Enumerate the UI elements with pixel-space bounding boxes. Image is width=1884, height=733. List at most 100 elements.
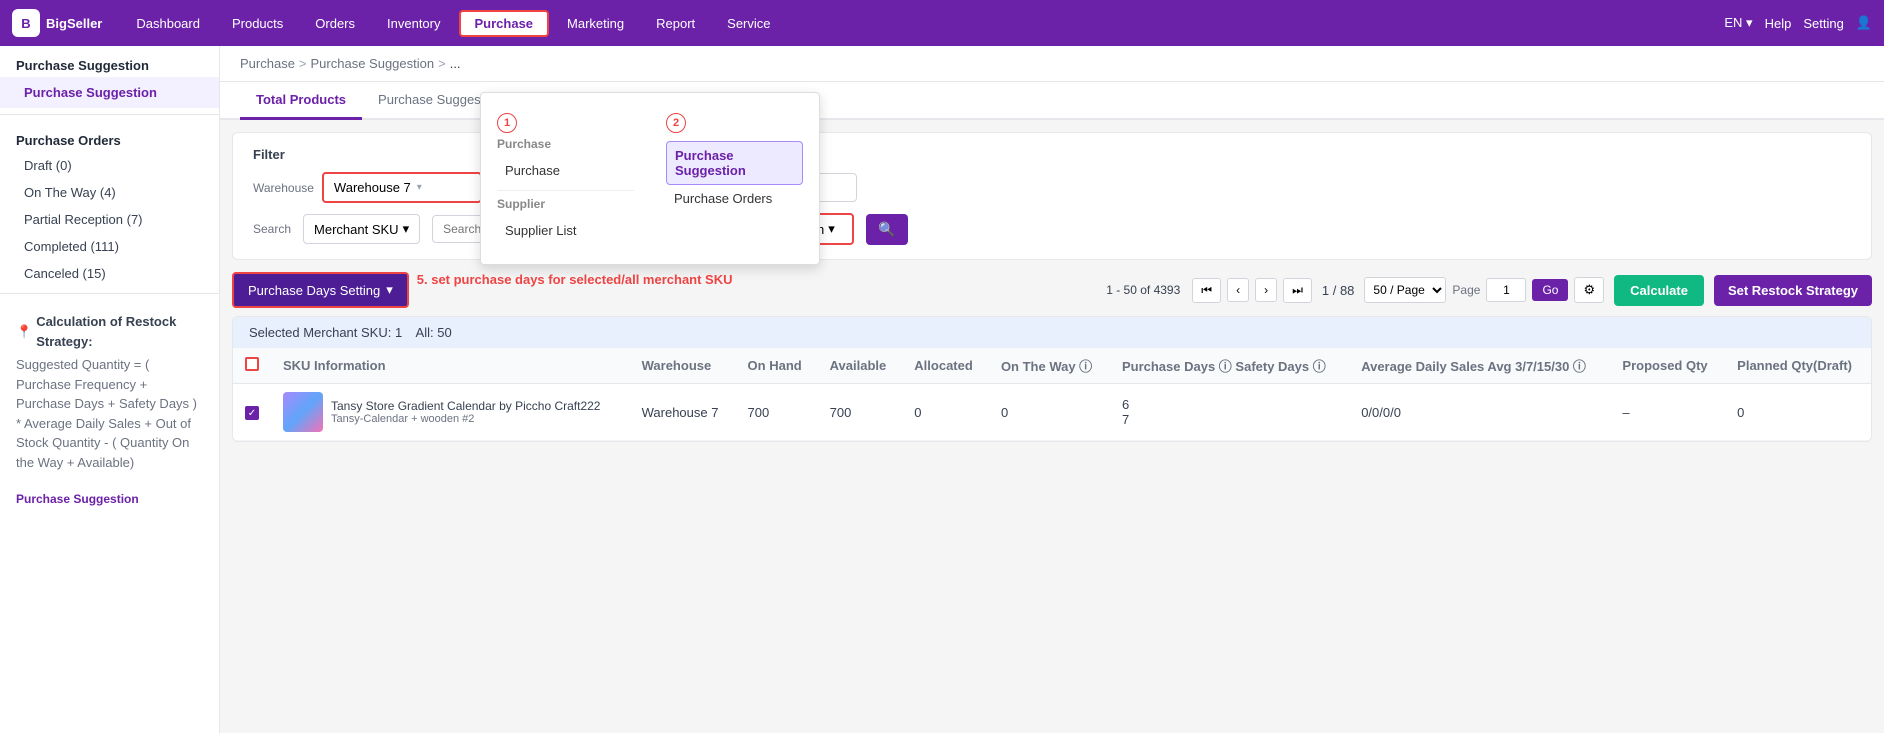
product-details: Tansy Store Gradient Calendar by Piccho …: [331, 399, 600, 425]
filter-section: Filter Warehouse Warehouse 7 ▾ 3. select…: [232, 132, 1872, 260]
page-of: 1 / 88: [1322, 283, 1355, 298]
dropdown-col-right: 2 Purchase Suggestion Purchase Orders: [650, 105, 819, 252]
tabs-row: Total Products Purchase Suggestion: [220, 82, 1884, 120]
th-on-hand: On Hand: [736, 348, 818, 384]
nav-inventory[interactable]: Inventory: [373, 12, 454, 35]
user-avatar[interactable]: 👤: [1856, 15, 1872, 31]
action-left: Purchase Days Setting ▾ 5. set purchase …: [232, 272, 733, 308]
sidebar-item-partial-reception[interactable]: Partial Reception (7): [0, 206, 219, 233]
th-on-the-way: On The Way ⓘ: [989, 348, 1110, 384]
restock-btn[interactable]: Set Restock Strategy: [1714, 275, 1872, 306]
dropdown-purchase-suggestion[interactable]: Purchase Suggestion: [666, 141, 803, 185]
go-button[interactable]: Go: [1532, 279, 1568, 301]
row-checkbox[interactable]: ✓: [245, 406, 259, 420]
dropdown-purchase-item[interactable]: Purchase: [497, 157, 634, 184]
dropdown-section: 1 Purchase Purchase Supplier Supplier Li…: [481, 105, 819, 252]
row-purchase-days: 6 7: [1110, 384, 1349, 441]
search-button[interactable]: 🔍: [866, 214, 907, 245]
breadcrumb-sep-1: >: [299, 56, 307, 71]
nav-products[interactable]: Products: [218, 12, 297, 35]
table-settings-btn[interactable]: ⚙: [1574, 277, 1604, 303]
nav-dashboard[interactable]: Dashboard: [122, 12, 214, 35]
action-right: 1 - 50 of 4393 ⏮ ‹ › ⏭ 1 / 88 50 / Page …: [1106, 275, 1872, 306]
nav-report[interactable]: Report: [642, 12, 709, 35]
top-nav: B BigSeller Dashboard Products Orders In…: [0, 0, 1884, 46]
nav-purchase[interactable]: Purchase: [459, 10, 550, 37]
dropdown-col-supplier-label: Supplier: [497, 197, 634, 211]
warehouse-chevron-icon: ▾: [417, 182, 422, 193]
search-icon: 🔍: [878, 221, 895, 238]
product-thumbnail: [283, 392, 323, 432]
row-available: 700: [818, 384, 903, 441]
sidebar-item-canceled[interactable]: Canceled (15): [0, 260, 219, 287]
row-checkbox-cell: ✓: [233, 384, 271, 441]
th-avg-daily-sales: Average Daily Sales Avg 3/7/15/30 ⓘ: [1349, 348, 1610, 384]
table-header-row: SKU Information Warehouse On Hand Availa…: [233, 348, 1871, 384]
table-row: ✓ Tansy Store Gradient Calendar by Picch…: [233, 384, 1871, 441]
header-checkbox[interactable]: [245, 357, 259, 371]
th-proposed-qty: Proposed Qty: [1610, 348, 1725, 384]
purchase-days-btn[interactable]: Purchase Days Setting ▾: [232, 272, 409, 308]
purchase-days-label: Purchase Days Setting: [248, 283, 380, 298]
breadcrumb-current: ...: [450, 56, 461, 71]
pagination-info: 1 - 50 of 4393: [1106, 283, 1180, 297]
page-last-btn[interactable]: ⏭: [1283, 278, 1312, 303]
sidebar-item-completed[interactable]: Completed (111): [0, 233, 219, 260]
sidebar: Purchase Suggestion Purchase Suggestion …: [0, 46, 220, 733]
precise-search-chevron-icon: ▾: [828, 221, 835, 237]
page-prev-btn[interactable]: ‹: [1227, 278, 1249, 302]
app-body: Purchase Suggestion Purchase Suggestion …: [0, 46, 1884, 733]
search-type-select[interactable]: Merchant SKU ▾: [303, 214, 420, 244]
dropdown-purchase-orders[interactable]: Purchase Orders: [666, 185, 803, 212]
products-table: SKU Information Warehouse On Hand Availa…: [233, 348, 1871, 441]
search-type-value: Merchant SKU: [314, 222, 399, 237]
sidebar-item-draft[interactable]: Draft (0): [0, 152, 219, 179]
sidebar-item-on-the-way[interactable]: On The Way (4): [0, 179, 219, 206]
tab-total-products[interactable]: Total Products: [240, 82, 362, 120]
setting-link[interactable]: Setting: [1803, 16, 1843, 31]
page-label: Page: [1452, 283, 1480, 297]
row-planned-qty: 0: [1725, 384, 1871, 441]
row-warehouse: Warehouse 7: [630, 384, 736, 441]
search-type-chevron-icon: ▾: [403, 221, 410, 237]
page-first-btn[interactable]: ⏮: [1192, 278, 1221, 303]
table-subheader: Selected Merchant SKU: 1 All: 50: [233, 317, 1871, 348]
sidebar-calc-body: Suggested Quantity = ( Purchase Frequenc…: [16, 355, 203, 472]
sidebar-purchase-suggestion-title: Purchase Suggestion: [0, 46, 219, 77]
sidebar-calc-title: 📍 Calculation of Restock Strategy:: [16, 312, 203, 351]
logo-icon: B: [12, 9, 40, 37]
row-sku-info: Tansy Store Gradient Calendar by Piccho …: [271, 384, 630, 441]
breadcrumb: Purchase > Purchase Suggestion > ...: [220, 46, 1884, 82]
product-sku: Tansy-Calendar + wooden #2: [331, 413, 600, 425]
pin-icon: 📍: [16, 322, 32, 342]
page-input[interactable]: [1486, 278, 1526, 302]
sidebar-item-purchase-suggestion[interactable]: Purchase Suggestion: [0, 77, 219, 108]
lang-selector[interactable]: EN ▾: [1724, 15, 1752, 31]
dropdown-col-purchase-label: Purchase: [497, 137, 634, 151]
per-page-select[interactable]: 50 / Page: [1364, 277, 1446, 303]
product-info: Tansy Store Gradient Calendar by Piccho …: [283, 392, 618, 432]
subheader-all: All: 50: [416, 325, 452, 340]
sidebar-calc-info: 📍 Calculation of Restock Strategy: Sugge…: [0, 300, 219, 484]
action-row: Purchase Days Setting ▾ 5. set purchase …: [232, 272, 1872, 308]
table-section: Selected Merchant SKU: 1 All: 50 SKU Inf…: [232, 316, 1872, 442]
dropdown-divider: [497, 190, 634, 191]
dropdown-supplier-list[interactable]: Supplier List: [497, 217, 634, 244]
breadcrumb-purchase[interactable]: Purchase: [240, 56, 295, 71]
logo[interactable]: B BigSeller: [12, 9, 102, 37]
purchase-dropdown: 1 Purchase Purchase Supplier Supplier Li…: [480, 92, 820, 265]
row-on-the-way: 0: [989, 384, 1110, 441]
page-next-btn[interactable]: ›: [1255, 278, 1277, 302]
help-link[interactable]: Help: [1765, 16, 1792, 31]
th-checkbox: [233, 348, 271, 384]
nav-orders[interactable]: Orders: [301, 12, 369, 35]
sidebar-bottom-link[interactable]: Purchase Suggestion: [0, 484, 219, 514]
breadcrumb-sep-2: >: [438, 56, 446, 71]
subheader-selected: Selected Merchant SKU: 1: [249, 325, 402, 340]
sidebar-divider-2: [0, 293, 219, 294]
breadcrumb-purchase-suggestion[interactable]: Purchase Suggestion: [311, 56, 435, 71]
nav-service[interactable]: Service: [713, 12, 784, 35]
warehouse-select[interactable]: Warehouse 7 ▾: [322, 172, 482, 203]
calculate-btn[interactable]: Calculate: [1614, 275, 1704, 306]
nav-marketing[interactable]: Marketing: [553, 12, 638, 35]
